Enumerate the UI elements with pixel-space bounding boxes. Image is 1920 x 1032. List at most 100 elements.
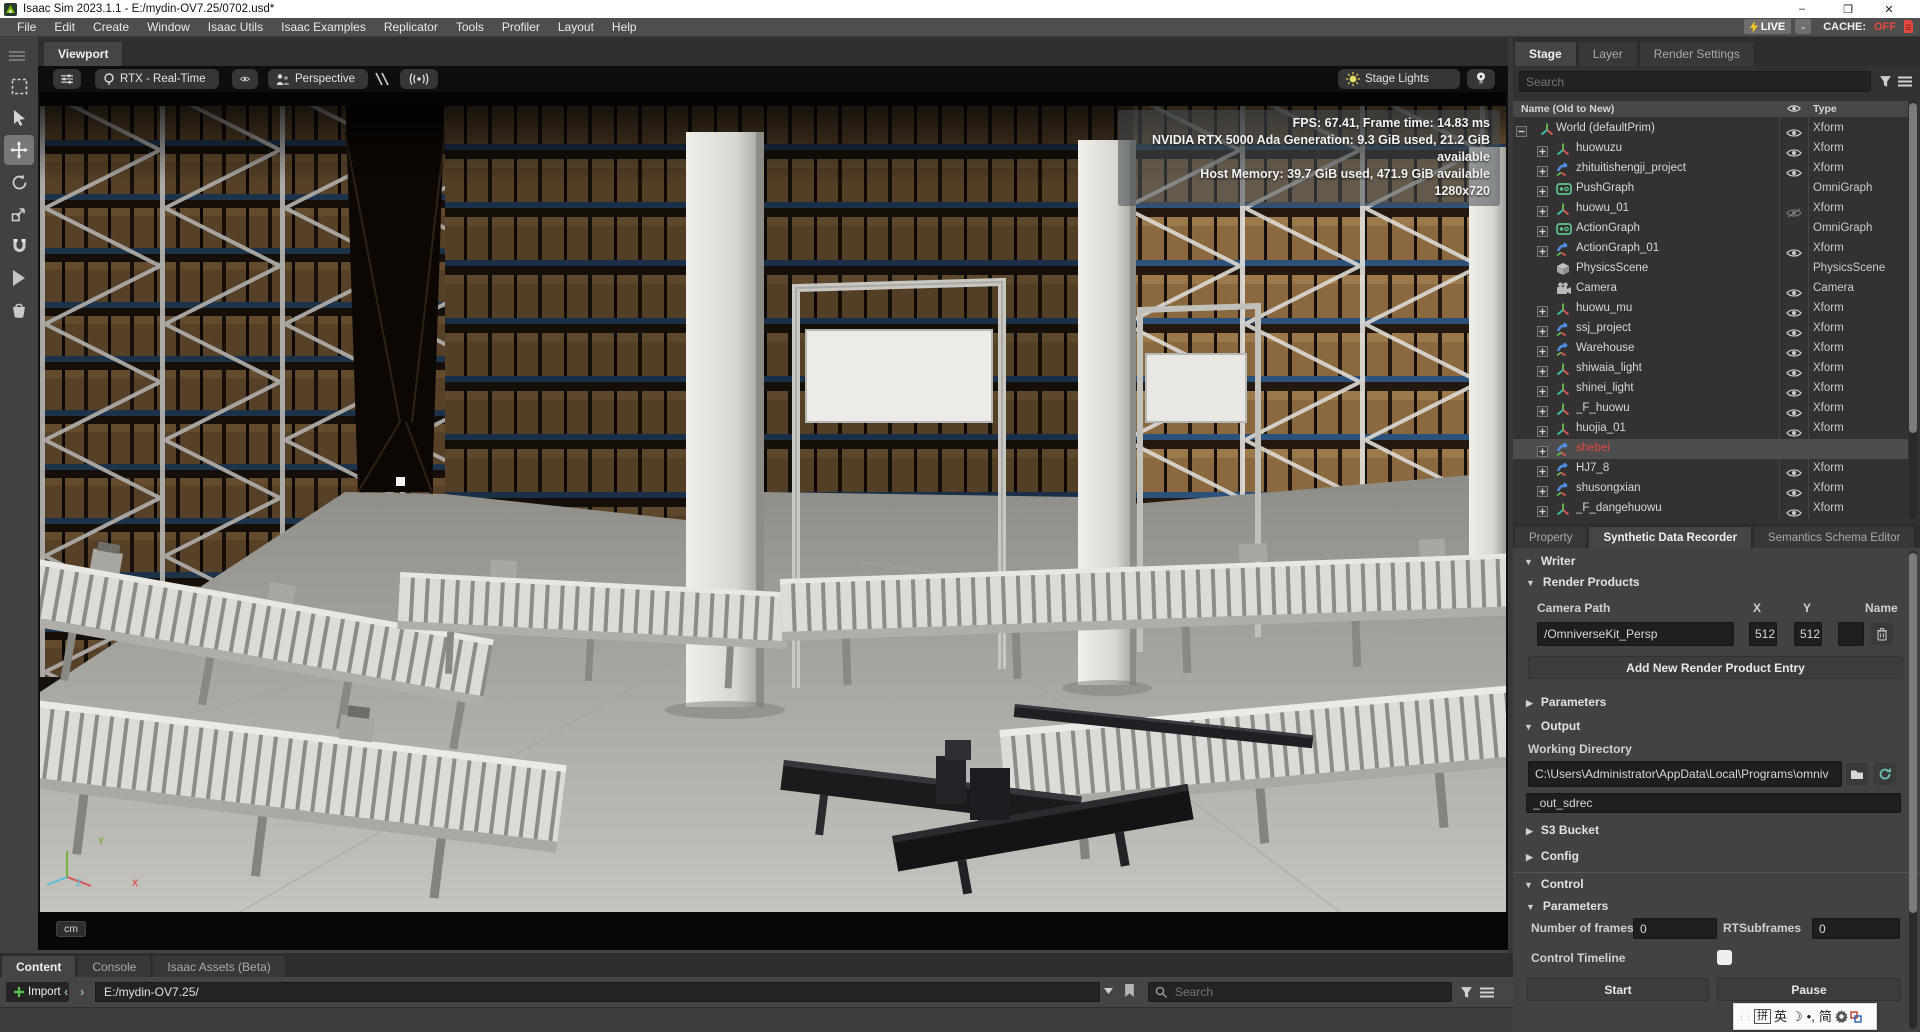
viewport-3d-scene[interactable]: Y X Z FPS: 67.41, Frame time: 14.83 ms N… — [38, 92, 1508, 912]
refresh-directory-button[interactable] — [1874, 763, 1896, 785]
working-directory-input[interactable] — [1528, 761, 1842, 787]
section-output[interactable]: ▼Output — [1524, 719, 1580, 733]
tool-scale[interactable] — [4, 199, 34, 229]
stage-lights-dropdown[interactable]: Stage Lights — [1338, 69, 1460, 89]
visibility-button[interactable] — [232, 69, 258, 89]
menu-tools[interactable]: Tools — [447, 20, 493, 34]
tab-layer[interactable]: Layer — [1579, 42, 1638, 66]
expand-icon[interactable] — [1537, 406, 1548, 417]
visibility-eye-icon[interactable] — [1786, 308, 1802, 318]
camera-dropdown[interactable]: Perspective — [268, 69, 368, 89]
menu-replicator[interactable]: Replicator — [375, 20, 447, 34]
tool-physics-utils[interactable] — [4, 295, 34, 325]
stage-filter-icon[interactable] — [1879, 75, 1892, 88]
visibility-eye-icon[interactable] — [1786, 128, 1802, 138]
expand-icon[interactable] — [1537, 486, 1548, 497]
bookmark-icon[interactable] — [1124, 984, 1135, 997]
expand-icon[interactable] — [1537, 446, 1548, 457]
tool-marquee-select[interactable] — [4, 71, 34, 101]
menu-create[interactable]: Create — [84, 20, 138, 34]
live-dropdown[interactable]: ⌄ — [1795, 19, 1811, 34]
visibility-eye-hidden-icon[interactable] — [1786, 208, 1802, 218]
stage-row-zhituitishengji-project[interactable]: zhituitishengji_project Xform — [1513, 159, 1908, 179]
menu-layout[interactable]: Layout — [549, 20, 603, 34]
pause-button[interactable]: Pause — [1717, 978, 1901, 1001]
stage-scrollbar[interactable] — [1909, 101, 1917, 519]
close-button[interactable]: ✕ — [1872, 0, 1906, 18]
tab-property[interactable]: Property — [1515, 527, 1587, 548]
light-bulb-button[interactable] — [1467, 69, 1495, 89]
stage-row-huojia-01[interactable]: huojia_01 Xform — [1513, 419, 1908, 439]
expand-icon[interactable] — [1537, 246, 1548, 257]
maximize-button[interactable]: ❒ — [1831, 0, 1865, 18]
tool-play[interactable] — [4, 263, 34, 293]
ime-punctuation-moon-icon[interactable]: ☽ — [1790, 1010, 1804, 1023]
visibility-eye-icon[interactable] — [1786, 288, 1802, 298]
visibility-eye-icon[interactable] — [1786, 348, 1802, 358]
add-render-product-button[interactable]: Add New Render Product Entry — [1528, 656, 1903, 679]
camera-path-input[interactable] — [1537, 622, 1734, 646]
stage-row-huowuzu[interactable]: huowuzu Xform — [1513, 139, 1908, 159]
tab-isaac-assets-beta[interactable]: Isaac Assets (Beta) — [153, 956, 285, 977]
path-dropdown-icon[interactable] — [1104, 988, 1113, 994]
column-type[interactable]: Type — [1813, 103, 1837, 115]
content-area[interactable] — [0, 1007, 1513, 1032]
subframes-input[interactable] — [1812, 918, 1900, 939]
section-control-parameters[interactable]: ▼Parameters — [1526, 899, 1608, 913]
path-input[interactable] — [95, 982, 1100, 1002]
expand-icon[interactable] — [1537, 146, 1548, 157]
expand-icon[interactable] — [1537, 386, 1548, 397]
control-timeline-checkbox[interactable] — [1717, 950, 1732, 965]
visibility-eye-icon[interactable] — [1786, 368, 1802, 378]
section-control[interactable]: ▼Control — [1524, 877, 1584, 891]
menu-profiler[interactable]: Profiler — [493, 20, 549, 34]
tool-select[interactable] — [4, 103, 34, 133]
frames-input[interactable] — [1633, 918, 1717, 939]
tool-snap[interactable] — [4, 231, 34, 261]
start-button[interactable]: Start — [1527, 978, 1709, 1001]
stage-row-hj7-8[interactable]: HJ7_8 Xform — [1513, 459, 1908, 479]
ime-gear-icon[interactable] — [1835, 1010, 1848, 1023]
visibility-eye-icon[interactable] — [1786, 488, 1802, 498]
tab-synthetic-data-recorder[interactable]: Synthetic Data Recorder — [1589, 527, 1752, 548]
content-filter-icon[interactable] — [1460, 986, 1473, 999]
tab-viewport[interactable]: Viewport — [44, 42, 123, 66]
stage-row-f-dangehuowu[interactable]: _F_dangehuowu Xform — [1513, 499, 1908, 519]
menu-edit[interactable]: Edit — [45, 20, 84, 34]
menu-file[interactable]: File — [8, 20, 45, 34]
units-chip[interactable]: cm — [56, 921, 86, 937]
delete-render-product-button[interactable] — [1871, 623, 1893, 645]
back-icon[interactable]: ‹ — [64, 984, 68, 999]
toolbar-grip-icon[interactable] — [9, 51, 38, 61]
visibility-eye-icon[interactable] — [1786, 508, 1802, 518]
stage-row-shiwaia-light[interactable]: shiwaia_light Xform — [1513, 359, 1908, 379]
tab-render-settings[interactable]: Render Settings — [1640, 42, 1755, 66]
output-subdir-input[interactable] — [1526, 793, 1901, 813]
section-config[interactable]: ▶Config — [1526, 849, 1579, 863]
content-options-icon[interactable] — [1480, 987, 1494, 998]
ime-skin-icon[interactable] — [1850, 1011, 1862, 1023]
section-writer[interactable]: ▼Writer — [1524, 554, 1575, 568]
tool-move[interactable] — [4, 135, 34, 165]
viewport-settings-button[interactable] — [53, 69, 81, 89]
audio-button[interactable] — [400, 69, 438, 89]
stage-row-huowu-mu[interactable]: huowu_mu Xform — [1513, 299, 1908, 319]
expand-icon[interactable] — [1537, 306, 1548, 317]
visibility-eye-icon[interactable] — [1786, 168, 1802, 178]
stage-options-icon[interactable] — [1898, 76, 1912, 87]
sdr-scrollbar[interactable] — [1909, 551, 1917, 1029]
stage-row-shinei-light[interactable]: shinei_light Xform — [1513, 379, 1908, 399]
expand-chevrons-icon[interactable] — [374, 72, 390, 86]
stage-row-f-huowu[interactable]: _F_huowu Xform — [1513, 399, 1908, 419]
stage-row-huowu-01[interactable]: huowu_01 Xform — [1513, 199, 1908, 219]
menu-isaac-utils[interactable]: Isaac Utils — [199, 20, 272, 34]
visibility-eye-icon[interactable] — [1786, 148, 1802, 158]
column-name[interactable]: Name (Old to New) — [1521, 103, 1614, 115]
expand-icon[interactable] — [1537, 366, 1548, 377]
collapse-icon[interactable] — [1516, 126, 1527, 137]
ime-width-toggle[interactable]: •, — [1806, 1010, 1816, 1023]
minimize-button[interactable]: – — [1785, 0, 1819, 18]
expand-icon[interactable] — [1537, 206, 1548, 217]
stage-row-shusongxian[interactable]: shusongxian Xform — [1513, 479, 1908, 499]
expand-icon[interactable] — [1537, 226, 1548, 237]
